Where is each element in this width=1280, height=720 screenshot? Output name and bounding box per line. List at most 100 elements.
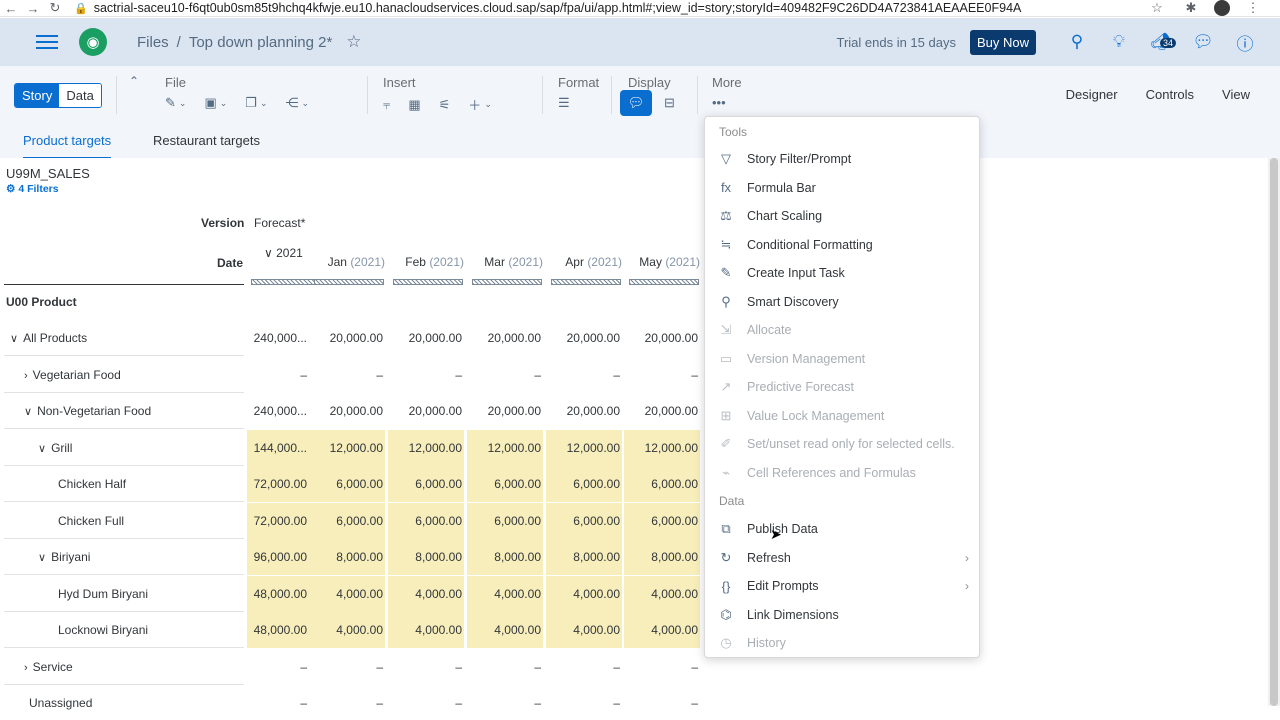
table-cell[interactable]: 6,000.00 [309,502,385,539]
table-cell[interactable]: – [467,685,543,720]
month-column-header[interactable]: Apr (2021) [548,255,622,269]
chart-icon[interactable]: ⫧ [383,97,390,113]
table-cell[interactable]: 6,000.00 [546,466,622,502]
table-cell[interactable]: 20,000.00 [624,393,700,429]
copy-icon[interactable]: ❐ ⌄ [245,95,267,111]
browser-menu-icon[interactable]: ⋮ [1242,0,1264,16]
menu-item-publish-data[interactable]: ⧉ Publish Data [705,515,979,543]
tab-restaurant-targets[interactable]: Restaurant targets [153,133,260,148]
table-cell[interactable]: 4,000.00 [388,575,464,612]
chevron-right-icon[interactable]: › [24,662,28,674]
table-cell[interactable]: 20,000.00 [467,393,543,429]
table-cell[interactable]: 6,000.00 [546,502,622,539]
table-cell[interactable]: 6,000.00 [467,466,543,502]
column-resize-bar[interactable] [393,279,463,285]
table-cell[interactable]: 20,000.00 [388,320,464,356]
row-header[interactable]: ∨ Non-Vegetarian Food [24,404,151,418]
forward-icon[interactable]: → [22,1,44,16]
search-icon[interactable]: ⚲ [1056,32,1098,52]
table-cell[interactable]: 6,000.00 [309,466,385,502]
favorite-star-icon[interactable]: ☆ [346,32,361,52]
month-column-header[interactable]: Mar (2021) [469,255,543,269]
row-header[interactable]: Unassigned [29,696,92,710]
vertical-scrollbar[interactable] [1268,158,1280,706]
chevron-right-icon[interactable]: › [24,370,28,382]
collapse-toolbar-icon[interactable]: ⌃ [129,74,139,88]
table-cell[interactable]: 6,000.00 [624,466,700,502]
menu-item-link-dimensions[interactable]: ⌬ Link Dimensions [705,601,979,629]
row-header[interactable]: Chicken Full [58,514,124,528]
table-cell[interactable]: 144,000... [247,429,309,466]
table-cell[interactable]: – [624,685,700,720]
table-cell[interactable]: 6,000.00 [467,502,543,539]
table-cell[interactable]: 20,000.00 [624,320,700,356]
table-cell[interactable]: 4,000.00 [624,575,700,612]
row-header[interactable]: ∨ Biriyani [38,550,90,564]
table-cell[interactable]: – [467,649,543,685]
month-column-header[interactable]: Jan (2021) [311,255,385,269]
table-cell[interactable]: 6,000.00 [388,502,464,539]
table-cell[interactable]: 12,000.00 [624,429,700,466]
table-cell[interactable]: 6,000.00 [624,502,700,539]
table-cell[interactable]: 8,000.00 [467,539,543,575]
view-button[interactable]: View [1222,87,1250,102]
user-icon[interactable]: ◉ [79,28,107,56]
table-cell[interactable]: 72,000.00 [247,502,309,539]
table-cell[interactable]: 240,000... [247,320,309,356]
table-cell[interactable]: 6,000.00 [388,466,464,502]
table-cell[interactable]: 4,000.00 [467,575,543,612]
chevron-down-icon[interactable]: ∨ [38,552,46,564]
table-cell[interactable]: 72,000.00 [247,466,309,502]
table-cell[interactable]: 4,000.00 [546,612,622,648]
format-icon[interactable]: ☰ [558,95,570,111]
table-cell[interactable]: – [546,357,622,393]
table-cell[interactable]: – [388,649,464,685]
row-header[interactable]: Chicken Half [58,477,126,491]
month-column-header[interactable]: May (2021) [626,255,700,269]
reload-icon[interactable]: ↻ [44,0,66,16]
column-resize-bar[interactable] [314,279,384,285]
table-cell[interactable]: 12,000.00 [546,429,622,466]
table-cell[interactable]: 4,000.00 [467,612,543,648]
table-cell[interactable]: 20,000.00 [309,320,385,356]
table-cell[interactable]: 48,000.00 [247,575,309,612]
column-resize-bar[interactable] [472,279,542,285]
table-cell[interactable]: – [624,649,700,685]
add-icon[interactable]: ＋ ⌄ [468,95,492,114]
more-menu-icon[interactable]: ••• [712,95,726,110]
table-cell[interactable]: – [247,649,309,685]
table-cell[interactable]: – [247,357,309,393]
bookmark-star-icon[interactable]: ☆ [1146,0,1168,16]
controls-button[interactable]: Controls [1146,87,1194,102]
extensions-icon[interactable]: ✱ [1180,0,1202,16]
menu-item-create-input-task[interactable]: ✎ Create Input Task [705,259,979,287]
table-cell[interactable]: 20,000.00 [309,393,385,429]
table-cell[interactable]: 8,000.00 [546,539,622,575]
row-header[interactable]: ∨ All Products [10,331,87,345]
back-icon[interactable]: ← [0,1,22,16]
story-mode-button[interactable]: Story [15,84,60,107]
data-mode-button[interactable]: Data [59,84,101,107]
menu-item-chart-scaling[interactable]: ⚖ Chart Scaling [705,202,979,230]
buy-now-button[interactable]: Buy Now [969,29,1036,55]
discussions-icon[interactable]: 💬︎ [1182,32,1224,52]
table-cell[interactable]: 8,000.00 [624,539,700,575]
row-header[interactable]: Hyd Dum Biryani [58,587,148,601]
table-cell[interactable]: – [309,649,385,685]
menu-item-edit-prompts[interactable]: {} Edit Prompts › [705,572,979,600]
column-resize-bar[interactable] [251,279,321,285]
table-cell[interactable]: 4,000.00 [624,612,700,648]
lock-icon[interactable]: 🔒 [74,2,88,15]
table-cell[interactable]: 4,000.00 [309,612,385,648]
hamburger-menu-icon[interactable] [36,35,58,49]
table-cell[interactable]: – [546,649,622,685]
address-bar[interactable]: sactrial-saceu10-f6qt0ub0sm85t9hchq4kfwj… [88,1,1146,15]
table-cell[interactable]: 20,000.00 [467,320,543,356]
chevron-down-icon[interactable]: ∨ [38,443,46,455]
table-cell[interactable]: 4,000.00 [546,575,622,612]
table-cell[interactable]: – [388,685,464,720]
table-cell[interactable]: – [467,357,543,393]
menu-item-story-filter-prompt[interactable]: ▽ Story Filter/Prompt [705,145,979,173]
tab-product-targets[interactable]: Product targets [23,133,112,159]
row-header[interactable]: › Service [24,660,73,674]
